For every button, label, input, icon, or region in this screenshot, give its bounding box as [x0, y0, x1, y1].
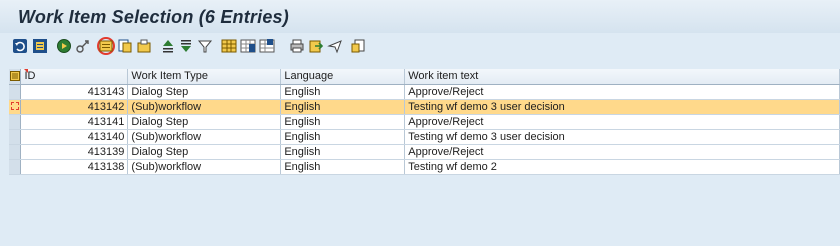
work-items-table: ID Work Item Type Language Work item tex… — [9, 69, 840, 175]
select-all-button[interactable] — [9, 69, 22, 85]
row-selector[interactable] — [9, 84, 22, 100]
table-row[interactable]: 413139 Dialog Step English Approve/Rejec… — [9, 144, 840, 160]
row-selector[interactable] — [9, 144, 22, 160]
details-icon[interactable] — [117, 38, 133, 54]
cell-work-item-type[interactable]: (Sub)workflow — [127, 129, 282, 145]
table-row[interactable]: 413143 Dialog Step English Approve/Rejec… — [9, 84, 840, 100]
table-row-selected[interactable]: 413142 (Sub)workflow English Testing wf … — [9, 99, 840, 115]
cell-language[interactable]: English — [280, 159, 406, 175]
table-header-row: ID Work Item Type Language Work item tex… — [9, 69, 840, 85]
row-selector[interactable] — [9, 114, 22, 130]
cell-id[interactable]: 413141 — [20, 114, 129, 130]
display-workitem-icon[interactable] — [98, 38, 114, 54]
title-bar: Work Item Selection (6 Entries) — [0, 0, 840, 33]
cell-id[interactable]: 413142 — [20, 99, 129, 115]
cell-work-item-text[interactable]: Testing wf demo 3 user decision — [404, 99, 840, 115]
cell-language[interactable]: English — [280, 129, 406, 145]
export-icon[interactable] — [308, 38, 324, 54]
sort-ascending-icon[interactable] — [160, 38, 176, 54]
row-selector[interactable] — [9, 159, 22, 175]
focus-marker — [11, 101, 19, 110]
column-header-id[interactable]: ID — [20, 69, 129, 85]
cell-work-item-type[interactable]: Dialog Step — [127, 114, 282, 130]
cell-work-item-type[interactable]: Dialog Step — [127, 144, 282, 160]
column-header-work-item-text[interactable]: Work item text — [404, 69, 840, 85]
table-row[interactable]: 413138 (Sub)workflow English Testing wf … — [9, 159, 840, 175]
workflow-log-icon[interactable] — [75, 38, 91, 54]
window-title: Work Item Selection (6 Entries) — [18, 7, 289, 27]
cell-language[interactable]: English — [280, 144, 406, 160]
sort-descending-icon[interactable] — [178, 38, 194, 54]
cell-id[interactable]: 413138 — [20, 159, 129, 175]
column-header-work-item-type[interactable]: Work Item Type — [127, 69, 282, 85]
cell-language[interactable]: English — [280, 114, 406, 130]
cell-work-item-text[interactable]: Approve/Reject — [404, 114, 840, 130]
table-row[interactable]: 413141 Dialog Step English Approve/Rejec… — [9, 114, 840, 130]
execute-icon[interactable] — [56, 38, 72, 54]
change-layout-icon[interactable] — [240, 38, 256, 54]
application-toolbar — [0, 33, 840, 60]
cell-id[interactable]: 413139 — [20, 144, 129, 160]
cell-language[interactable]: English — [280, 99, 406, 115]
display-icon[interactable] — [32, 38, 48, 54]
cell-language[interactable]: English — [280, 84, 406, 100]
cell-work-item-text[interactable]: Testing wf demo 2 — [404, 159, 840, 175]
cell-work-item-text[interactable]: Approve/Reject — [404, 144, 840, 160]
cell-work-item-type[interactable]: Dialog Step — [127, 84, 282, 100]
cell-work-item-type[interactable]: (Sub)workflow — [127, 99, 282, 115]
cell-work-item-text[interactable]: Approve/Reject — [404, 84, 840, 100]
send-icon[interactable] — [327, 38, 343, 54]
local-file-icon[interactable] — [350, 38, 366, 54]
table-row[interactable]: 413140 (Sub)workflow English Testing wf … — [9, 129, 840, 145]
alv-grid: ID Work Item Type Language Work item tex… — [9, 69, 840, 246]
column-header-language[interactable]: Language — [280, 69, 406, 85]
row-selector[interactable] — [9, 129, 22, 145]
cell-id[interactable]: 413140 — [20, 129, 129, 145]
technical-icon[interactable] — [136, 38, 152, 54]
row-selector[interactable] — [9, 99, 22, 115]
filter-icon[interactable] — [197, 38, 213, 54]
print-icon[interactable] — [289, 38, 305, 54]
cell-work-item-type[interactable]: (Sub)workflow — [127, 159, 282, 175]
layout-icon[interactable] — [221, 38, 237, 54]
refresh-icon[interactable] — [12, 38, 28, 54]
cell-id[interactable]: 413143 — [20, 84, 129, 100]
cell-work-item-text[interactable]: Testing wf demo 3 user decision — [404, 129, 840, 145]
save-layout-icon[interactable] — [259, 38, 275, 54]
header-marker — [24, 69, 28, 73]
